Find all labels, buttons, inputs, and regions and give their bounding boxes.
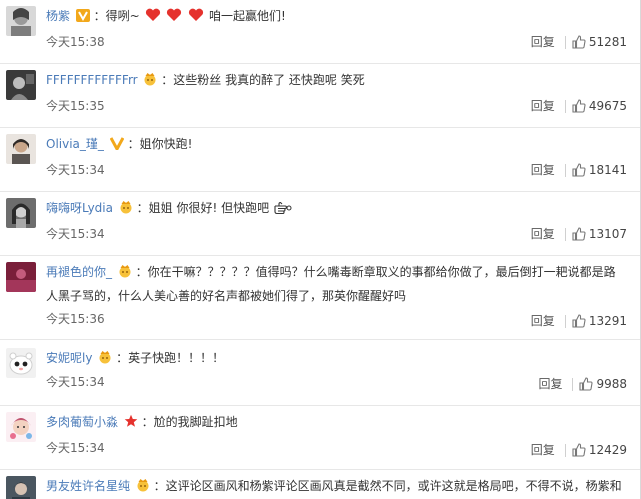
like-button[interactable]: 13107: [572, 226, 627, 242]
verified-gold-v-icon: [75, 7, 90, 29]
comment-feed: 杨紫 ：得咧~ 咱一起赢他们! 今天15:38 回复 51281 FFFFFFF…: [0, 0, 641, 499]
comment-text: ：得咧~: [93, 9, 140, 23]
crown-emoji-icon: [143, 71, 157, 93]
heart-icon: [188, 7, 204, 29]
comment-item: Olivia_瑾_ ：姐你快跑! 今天15:34 回复 18141: [0, 128, 640, 192]
username[interactable]: FFFFFFFFFFFFrr: [46, 73, 138, 87]
timestamp: 今天15:34: [46, 163, 105, 177]
comment-text-continued: 人黑子骂的，什么人美心善的好名声都被她们得了，那英你醒醒好吗: [46, 289, 407, 303]
username[interactable]: 杨紫: [46, 9, 70, 23]
thumbs-up-icon: [572, 314, 586, 328]
timestamp: 今天15:38: [46, 35, 105, 49]
comment-text: 咱一起赢他们!: [209, 9, 286, 23]
username[interactable]: 多肉葡萄小淼: [46, 415, 118, 429]
timestamp: 今天15:34: [46, 375, 105, 389]
like-button[interactable]: 18141: [572, 162, 627, 178]
like-count: 51281: [588, 35, 627, 49]
timestamp: 今天15:36: [46, 312, 105, 326]
username[interactable]: Olivia_瑾_: [46, 137, 104, 151]
like-count: 18141: [588, 163, 627, 177]
comment-item: FFFFFFFFFFFFrr ：这些粉丝 我真的醉了 还快跑呢 笑死 今天15:…: [0, 64, 640, 128]
crown-emoji-icon: [118, 263, 132, 285]
crown-emoji-icon: [98, 349, 112, 371]
thumbs-up-icon: [572, 35, 586, 49]
comment-item: 安妮呢ly ：英子快跑！！！！ 今天15:34 回复 9988: [0, 340, 640, 406]
timestamp: 今天15:34: [46, 227, 105, 241]
pointing-hand-icon: [274, 200, 292, 222]
like-count: 12429: [588, 443, 627, 457]
avatar[interactable]: [6, 134, 36, 164]
comment-text: ：这些粉丝 我真的醉了 还快跑呢 笑死: [161, 73, 365, 87]
like-count: 9988: [596, 377, 627, 391]
verified-gold-v-icon: [109, 135, 125, 157]
reply-button[interactable]: 回复: [531, 442, 555, 458]
divider: [564, 443, 566, 457]
heart-icon: [145, 7, 161, 29]
thumbs-up-icon: [572, 227, 586, 241]
comment-item: 再褪色的你_ ：你在干嘛？？？？？值得吗？什么嘴毒断章取义的事都给你做了，最后倒…: [0, 256, 640, 340]
divider: [572, 377, 574, 391]
comment-text: ：你在干嘛？？？？？值得吗？什么嘴毒断章取义的事都给你做了，最后倒打一耙说都是路: [135, 265, 616, 279]
timestamp: 今天15:34: [46, 441, 105, 455]
username[interactable]: 男友姓许名星纯: [46, 479, 130, 493]
crown-emoji-icon: [119, 199, 133, 221]
username[interactable]: 嗨嗨呀Lydia: [46, 201, 113, 215]
like-button[interactable]: 13291: [572, 313, 627, 329]
avatar[interactable]: [6, 6, 36, 36]
like-button[interactable]: 9988: [579, 376, 627, 392]
like-count: 49675: [588, 99, 627, 113]
comment-text: ：尬的我脚趾扣地: [141, 415, 238, 429]
comment-text: ：英子快跑！！！！: [116, 351, 225, 365]
thumbs-up-icon: [572, 443, 586, 457]
username[interactable]: 再褪色的你_: [46, 265, 112, 279]
timestamp: 今天15:35: [46, 99, 105, 113]
like-button[interactable]: 51281: [572, 34, 627, 50]
like-count: 13291: [588, 314, 627, 328]
like-count: 13107: [588, 227, 627, 241]
avatar[interactable]: [6, 412, 36, 442]
comment-item: 杨紫 ：得咧~ 咱一起赢他们! 今天15:38 回复 51281: [0, 0, 640, 64]
reply-button[interactable]: 回复: [531, 98, 555, 114]
heart-icon: [166, 7, 182, 29]
divider: [564, 227, 566, 241]
divider: [564, 163, 566, 177]
username[interactable]: 安妮呢ly: [46, 351, 92, 365]
avatar[interactable]: [6, 198, 36, 228]
avatar[interactable]: [6, 348, 36, 378]
thumbs-up-icon: [579, 377, 594, 391]
reply-button[interactable]: 回复: [531, 34, 555, 50]
divider: [564, 35, 566, 49]
like-button[interactable]: 49675: [572, 98, 627, 114]
thumbs-up-icon: [572, 99, 586, 113]
comment-item: 多肉葡萄小淼 ：尬的我脚趾扣地 今天15:34 回复 12429: [0, 406, 640, 470]
thumbs-up-icon: [572, 163, 586, 177]
red-star-icon: [124, 413, 138, 435]
divider: [564, 314, 566, 328]
reply-button[interactable]: 回复: [531, 162, 555, 178]
avatar[interactable]: [6, 70, 36, 100]
divider: [564, 99, 566, 113]
comment-item: 男友姓许名星纯 ：这评论区画风和杨紫评论区画风真是截然不同，或许这就是格局吧，不…: [0, 470, 640, 499]
comment-text: ：姐你快跑!: [127, 137, 193, 151]
reply-button[interactable]: 回复: [531, 226, 555, 242]
like-button[interactable]: 12429: [572, 442, 627, 458]
crown-emoji-icon: [136, 477, 150, 499]
reply-button[interactable]: 回复: [531, 313, 555, 329]
comment-item: 嗨嗨呀Lydia ：姐姐 你很好! 但快跑吧 今天15:34 回复 13107: [0, 192, 640, 256]
comment-text: ：这评论区画风和杨紫评论区画风真是截然不同，或许这就是格局吧，不得不说，杨紫和: [153, 479, 622, 493]
avatar[interactable]: [6, 262, 36, 292]
comment-text: ：姐姐 你很好! 但快跑吧: [136, 201, 270, 215]
avatar[interactable]: [6, 476, 36, 499]
reply-button[interactable]: 回复: [538, 376, 562, 392]
